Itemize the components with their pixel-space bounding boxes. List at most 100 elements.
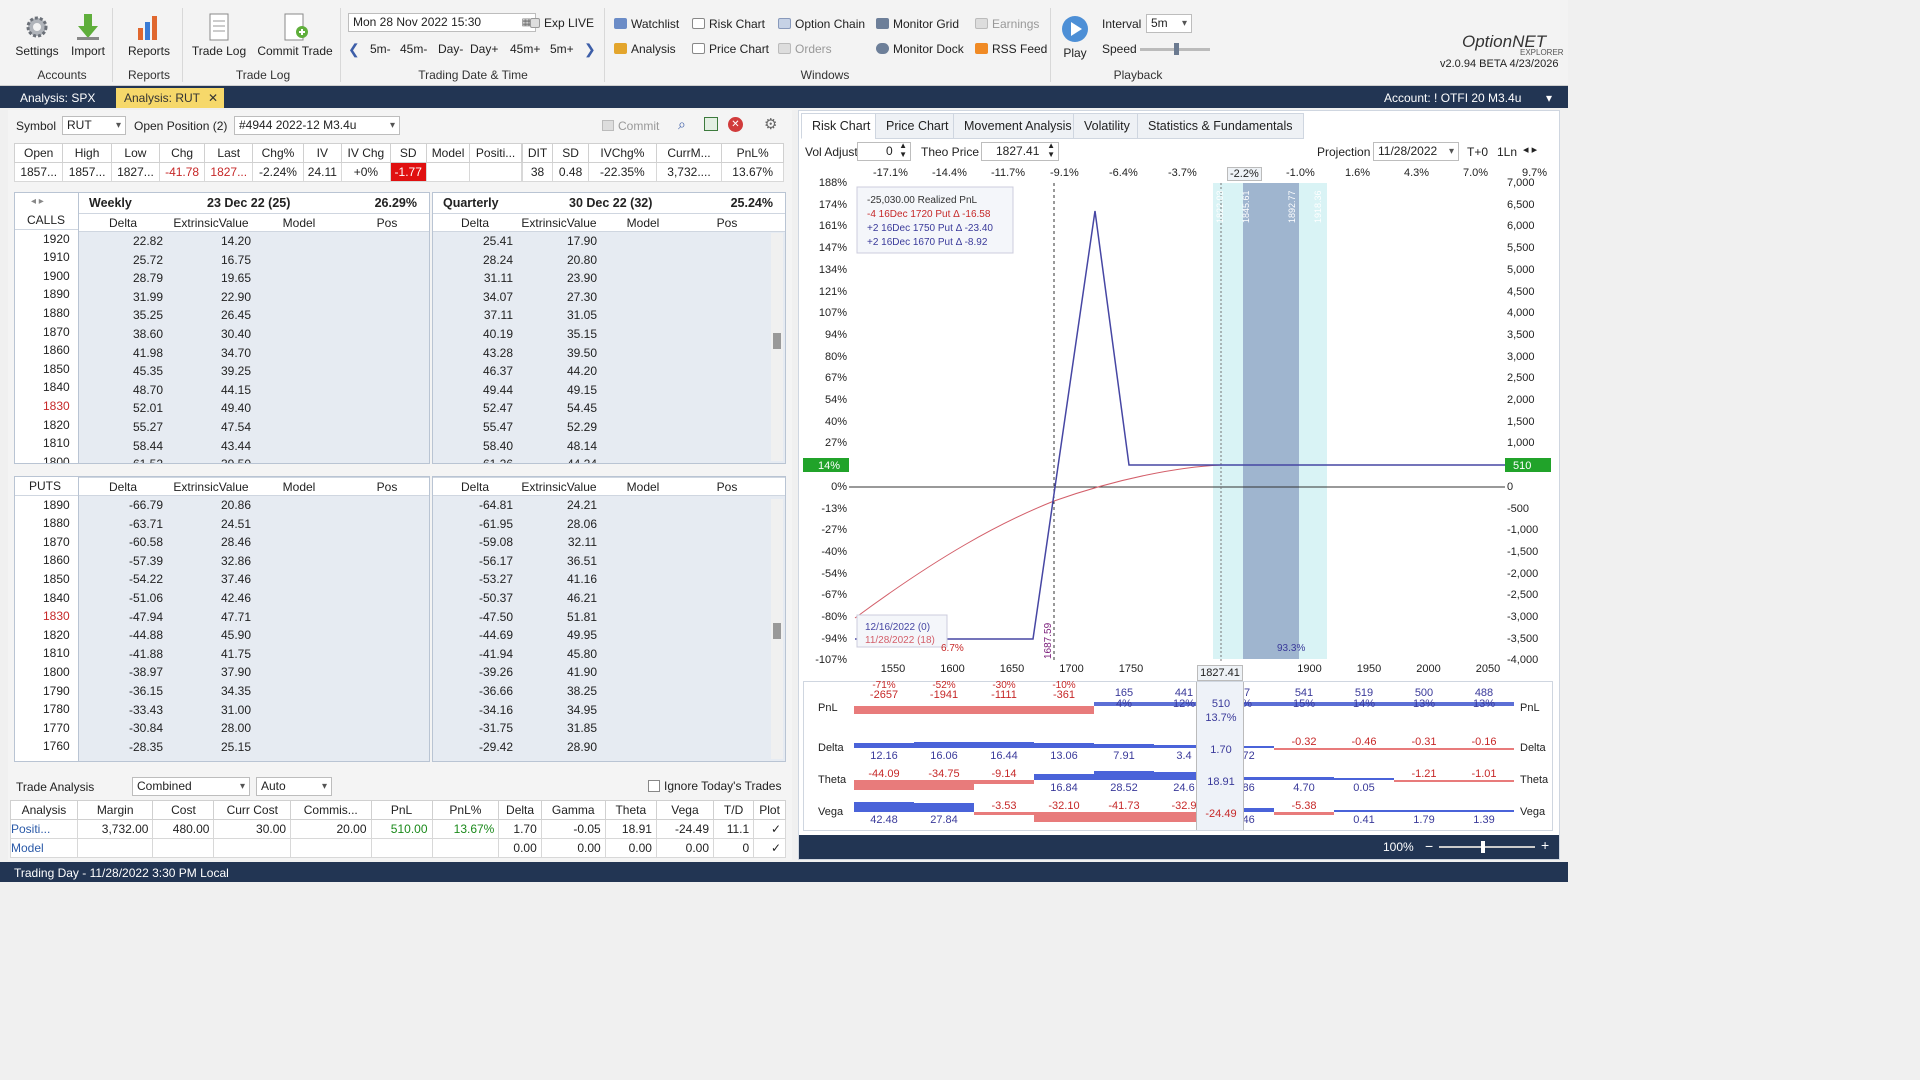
strike-cell[interactable]: 1810 [29,434,79,453]
chain-row[interactable]: 52.47 54.45 [433,399,785,418]
scrollbar-thumb[interactable] [773,623,781,639]
strike-cell[interactable]: 1870 [29,533,79,552]
tab-volatility[interactable]: Volatility [1073,113,1141,139]
time-step-button[interactable]: Day+ [470,42,498,56]
chain-row[interactable]: 37.11 31.05 [433,306,785,325]
tab-analysis-spx[interactable]: Analysis: SPX [12,88,103,108]
trade-analysis-mode-select[interactable]: Combined [132,777,250,796]
chain-row[interactable]: 61.52 39.50 [79,455,429,463]
t0-label[interactable]: T+0 [1467,145,1488,159]
monitor-dock-button[interactable]: Monitor Dock [876,42,964,56]
chain-row[interactable]: -64.81 24.21 [433,496,785,515]
trade-analysis-cell[interactable]: Model [10,838,78,858]
tab-price-chart[interactable]: Price Chart [875,113,960,139]
chain-row[interactable]: 43.28 39.50 [433,344,785,363]
chain-row[interactable]: 61.26 44.24 [433,455,785,463]
trading-datetime-field[interactable]: Mon 28 Nov 2022 15:30 ▦ [348,13,536,32]
chain-row[interactable]: -29.42 28.90 [433,738,785,757]
price-chart-button[interactable]: Price Chart [692,42,769,56]
time-step-button[interactable]: Day- [438,42,463,56]
chain-row[interactable]: -30.84 28.00 [79,719,429,738]
scrollbar-thumb[interactable] [773,333,781,349]
column-nav-arrows[interactable]: ◂ ▸ [15,193,79,211]
chain-row[interactable]: -44.88 45.90 [79,626,429,645]
strike-cell[interactable]: 1870 [29,323,79,342]
chain-row[interactable]: 58.44 43.44 [79,437,429,456]
time-step-button[interactable]: 5m+ [550,42,574,56]
chain-row[interactable]: -60.58 28.46 [79,533,429,552]
chain-row[interactable]: 35.25 26.45 [79,306,429,325]
open-position-select[interactable]: #4944 2022-12 M3.4u [234,116,400,135]
projection-date-select[interactable]: 11/28/2022 [1373,142,1459,161]
lines-label[interactable]: 1Ln [1497,145,1517,159]
chain-row[interactable]: -28.35 25.15 [79,738,429,757]
time-step-button[interactable]: 45m+ [510,42,540,56]
strike-cell[interactable]: 1800 [29,453,79,463]
watchlist-button[interactable]: Watchlist [614,17,679,31]
step-forward-icon[interactable]: ❯ [584,41,596,58]
calls-scrollbar[interactable] [771,233,783,461]
chain-row[interactable]: 58.40 48.14 [433,437,785,456]
speed-slider[interactable] [1140,43,1210,55]
strike-cell[interactable]: 1880 [29,304,79,323]
chain-row[interactable]: 25.72 16.75 [79,251,429,270]
chain-row[interactable]: 28.24 20.80 [433,251,785,270]
chain-row[interactable]: -51.06 42.46 [79,589,429,608]
gear-icon[interactable]: ⚙ [764,115,777,133]
strike-cell[interactable]: 1880 [29,514,79,533]
strike-cell[interactable]: 1820 [29,416,79,435]
zoom-slider-thumb[interactable] [1481,841,1485,853]
chain-row[interactable]: 55.27 47.54 [79,418,429,437]
trade-analysis-auto-select[interactable]: Auto [256,777,332,796]
strike-cell[interactable]: 1900 [29,267,79,286]
chain-row[interactable]: -50.37 46.21 [433,589,785,608]
chain-row[interactable]: 46.37 44.20 [433,362,785,381]
chain-row[interactable]: -36.15 34.35 [79,682,429,701]
trade-analysis-cell[interactable]: Positi... [10,819,78,839]
strike-cell[interactable]: 1890 [29,496,79,515]
tab-movement-analysis[interactable]: Movement Analysis [953,113,1083,139]
risk-graph[interactable]: 14% 510 -25,030.00 Realized PnL -4 16Dec… [799,171,1559,679]
chain-row[interactable]: -41.88 41.75 [79,645,429,664]
chain-row[interactable]: 40.19 35.15 [433,325,785,344]
chain-row[interactable]: -38.97 37.90 [79,663,429,682]
chain-row[interactable]: 55.47 52.29 [433,418,785,437]
strike-cell[interactable]: 1770 [29,719,79,738]
chain-row[interactable]: 48.70 44.15 [79,381,429,400]
close-icon[interactable]: ✕ [208,88,218,108]
strike-cell[interactable]: 1850 [29,570,79,589]
chain-row[interactable]: -39.26 41.90 [433,663,785,682]
chain-row[interactable]: -57.39 32.86 [79,552,429,571]
chain-row[interactable]: -41.94 45.80 [433,645,785,664]
chain-row[interactable]: -34.16 34.95 [433,701,785,720]
chain-row[interactable]: -53.27 41.16 [433,570,785,589]
rss-feed-button[interactable]: RSS Feed [975,42,1047,56]
theo-price-stepper[interactable]: 1827.41 ▲ ▼ [981,142,1059,161]
tab-analysis-rut[interactable]: Analysis: RUT ✕ [116,88,224,108]
prev-next-arrows-icon[interactable]: ◂ ▸ [1523,143,1537,156]
tab-risk-chart[interactable]: Risk Chart [801,113,882,139]
import-button[interactable]: Import [66,12,110,58]
chain-row[interactable]: 31.11 23.90 [433,269,785,288]
clear-icon[interactable]: ✕ [728,117,743,132]
chain-row[interactable]: -44.69 49.95 [433,626,785,645]
search-icon[interactable]: ⌕ [678,116,686,133]
chain-row[interactable]: 52.01 49.40 [79,399,429,418]
time-step-button[interactable]: 45m- [400,42,427,56]
interval-select[interactable]: 5m [1146,14,1192,33]
strike-cell[interactable]: 1800 [29,663,79,682]
risk-chart-button[interactable]: Risk Chart [692,17,765,31]
exp-live-toggle[interactable]: Exp LIVE [530,16,594,30]
analysis-button[interactable]: Analysis [614,42,676,56]
strike-cell[interactable]: 1840 [29,589,79,608]
chain-row[interactable]: -59.08 32.11 [433,533,785,552]
chain-row[interactable]: -63.71 24.51 [79,515,429,534]
play-button[interactable]: Play [1058,14,1092,60]
step-back-icon[interactable]: ❮ [348,41,360,58]
trade-analysis-cell[interactable]: ✓ [753,838,786,858]
zoom-slider[interactable] [1439,841,1535,853]
zoom-out-icon[interactable]: − [1425,838,1433,854]
settings-button[interactable]: Settings [10,12,64,58]
chain-row[interactable]: 28.79 19.65 [79,269,429,288]
chain-row[interactable]: -47.50 51.81 [433,608,785,627]
